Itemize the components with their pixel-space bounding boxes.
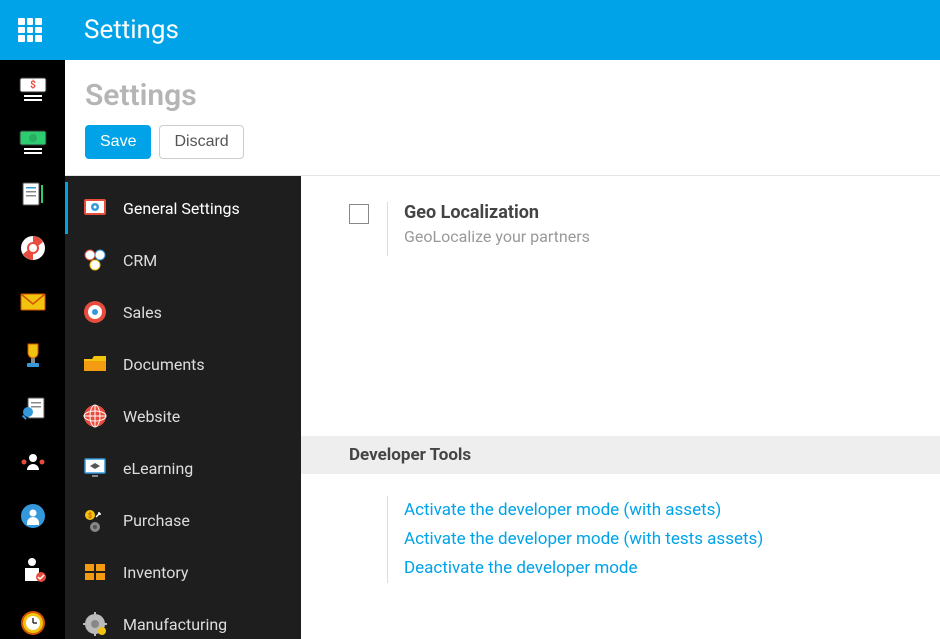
sales-icon: [81, 298, 109, 326]
topbar: Settings: [0, 0, 940, 60]
settings-content: Geo Localization GeoLocalize your partne…: [301, 176, 940, 639]
developer-tools-header: Developer Tools: [301, 436, 940, 474]
nav-general-settings[interactable]: General Settings: [65, 182, 301, 234]
nav-purchase[interactable]: $ Purchase: [65, 494, 301, 546]
geo-localization-checkbox[interactable]: [349, 204, 369, 224]
nav-label: Manufacturing: [123, 615, 227, 634]
setting-title: Geo Localization: [404, 202, 590, 223]
app-icon-person[interactable]: [17, 554, 49, 586]
app-icon-support[interactable]: [17, 233, 49, 265]
activate-dev-mode-tests-link[interactable]: Activate the developer mode (with tests …: [404, 525, 763, 554]
app-icon-invoicing[interactable]: $: [17, 72, 49, 104]
nav-elearning[interactable]: eLearning: [65, 442, 301, 494]
app-icon-payment[interactable]: [17, 126, 49, 158]
nav-label: Website: [123, 407, 180, 426]
nav-label: Documents: [123, 355, 205, 374]
nav-website[interactable]: Website: [65, 390, 301, 442]
discard-button[interactable]: Discard: [159, 125, 243, 159]
website-icon: [81, 402, 109, 430]
apps-icon[interactable]: [18, 18, 42, 42]
svg-text:$: $: [88, 512, 92, 520]
app-icon-clock[interactable]: [17, 607, 49, 639]
svg-text:$: $: [30, 78, 36, 91]
purchase-icon: $: [81, 506, 109, 534]
nav-label: General Settings: [123, 199, 240, 218]
nav-inventory[interactable]: Inventory: [65, 546, 301, 598]
nav-manufacturing[interactable]: Manufacturing: [65, 598, 301, 639]
developer-links: Activate the developer mode (with assets…: [387, 496, 763, 583]
deactivate-dev-mode-link[interactable]: Deactivate the developer mode: [404, 554, 763, 583]
nav-documents[interactable]: Documents: [65, 338, 301, 390]
app-icon-document[interactable]: [17, 179, 49, 211]
general-settings-icon: [81, 194, 109, 222]
nav-label: Inventory: [123, 563, 189, 582]
manufacturing-icon: [81, 610, 109, 638]
nav-sales[interactable]: Sales: [65, 286, 301, 338]
page-title: Settings: [85, 78, 920, 113]
activate-dev-mode-assets-link[interactable]: Activate the developer mode (with assets…: [404, 496, 763, 525]
nav-crm[interactable]: CRM: [65, 234, 301, 286]
elearning-icon: [81, 454, 109, 482]
app-icon-search-doc[interactable]: [17, 393, 49, 425]
nav-label: eLearning: [123, 459, 193, 478]
save-button[interactable]: Save: [85, 125, 151, 159]
settings-sidebar: General Settings CRM Sales: [65, 176, 301, 639]
topbar-title: Settings: [84, 15, 179, 45]
nav-label: Purchase: [123, 511, 190, 530]
setting-geo-localization: Geo Localization GeoLocalize your partne…: [301, 176, 940, 256]
app-icon-award[interactable]: [17, 340, 49, 372]
crm-icon: [81, 246, 109, 274]
app-icon-team[interactable]: [17, 447, 49, 479]
documents-icon: [81, 350, 109, 378]
app-icon-mail[interactable]: [17, 286, 49, 318]
inventory-icon: [81, 558, 109, 586]
nav-label: Sales: [123, 303, 162, 322]
app-icon-user-badge[interactable]: [17, 500, 49, 532]
setting-description: GeoLocalize your partners: [404, 227, 590, 246]
apps-sidebar: $: [0, 60, 65, 639]
header-section: Settings Save Discard: [65, 60, 940, 176]
nav-label: CRM: [123, 251, 157, 270]
